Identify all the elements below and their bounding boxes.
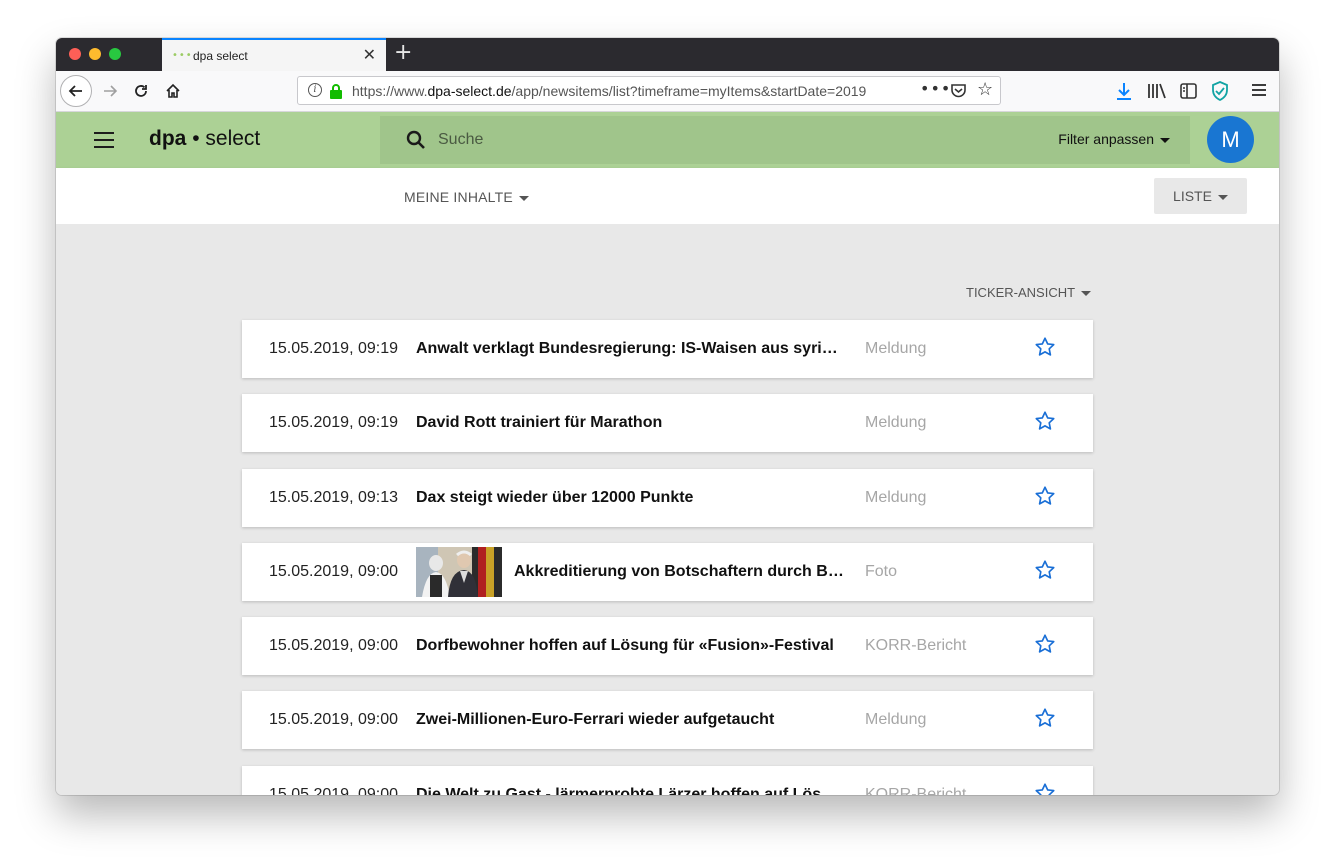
library-icon[interactable] bbox=[1147, 83, 1167, 99]
bookmark-star-icon[interactable]: ☆ bbox=[977, 79, 993, 100]
page-actions-icon[interactable]: ••• bbox=[920, 79, 951, 98]
item-type: Meldung bbox=[865, 340, 927, 357]
favorite-star-icon[interactable] bbox=[1034, 633, 1056, 655]
chevron-down-icon bbox=[1081, 291, 1092, 297]
pocket-icon[interactable] bbox=[950, 82, 967, 99]
chevron-down-icon bbox=[518, 195, 529, 201]
new-tab-button[interactable]: + bbox=[394, 40, 412, 65]
item-date: 15.05.2019, 09:00 bbox=[269, 637, 399, 655]
item-title[interactable]: Anwalt verklagt Bundesregierung: IS-Wais… bbox=[416, 340, 844, 358]
content-area: TICKER-ANSICHT 15.05.2019, 09:19 Anwalt … bbox=[56, 224, 1279, 795]
item-date: 15.05.2019, 09:00 bbox=[269, 562, 399, 580]
favorite-star-icon[interactable] bbox=[1034, 336, 1056, 358]
item-date: 15.05.2019, 09:13 bbox=[269, 488, 399, 506]
item-date: 15.05.2019, 09:00 bbox=[269, 785, 399, 795]
filter-button[interactable]: Filter anpassen bbox=[1058, 131, 1170, 147]
close-tab-icon[interactable]: ✕ bbox=[363, 45, 376, 64]
reload-button[interactable] bbox=[129, 79, 153, 103]
shield-icon[interactable] bbox=[1211, 81, 1229, 101]
news-item[interactable]: 15.05.2019, 09:19 David Rott trainiert f… bbox=[242, 394, 1093, 453]
dpa-select-logo[interactable]: dpa • select bbox=[149, 127, 260, 151]
news-item[interactable]: 15.05.2019, 09:00 Die Welt zu Gast - lär… bbox=[242, 765, 1093, 795]
news-list: 15.05.2019, 09:19 Anwalt verklagt Bundes… bbox=[242, 320, 1093, 795]
maximize-window-button[interactable] bbox=[109, 48, 121, 60]
favorite-star-icon[interactable] bbox=[1034, 782, 1056, 795]
ticker-view-dropdown[interactable]: TICKER-ANSICHT bbox=[966, 285, 1092, 300]
info-icon[interactable]: i bbox=[308, 83, 322, 97]
item-thumbnail[interactable] bbox=[416, 546, 502, 597]
browser-tab[interactable]: ••• dpa select ✕ bbox=[162, 38, 386, 71]
sub-header: MEINE INHALTE LISTE bbox=[56, 168, 1279, 224]
item-type: Meldung bbox=[865, 488, 927, 506]
item-date: 15.05.2019, 09:00 bbox=[269, 711, 399, 729]
favorite-star-icon[interactable] bbox=[1034, 707, 1056, 729]
address-bar[interactable]: i https://www.dpa-select.de/app/newsitem… bbox=[297, 76, 1001, 105]
item-type: Foto bbox=[865, 562, 898, 580]
search-box[interactable]: Filter anpassen bbox=[380, 116, 1190, 164]
arrow-right-icon bbox=[104, 85, 118, 97]
news-item[interactable]: 15.05.2019, 09:00 Dorfbewohner hoffen au… bbox=[242, 617, 1093, 676]
back-button[interactable] bbox=[60, 75, 92, 107]
chevron-down-icon bbox=[1217, 194, 1228, 200]
search-input[interactable] bbox=[438, 116, 998, 164]
reload-icon bbox=[135, 85, 147, 97]
favorite-star-icon[interactable] bbox=[1034, 559, 1056, 581]
view-mode-dropdown[interactable]: LISTE bbox=[1154, 178, 1247, 214]
item-type: Meldung bbox=[865, 711, 927, 729]
filter-label: Filter anpassen bbox=[1058, 131, 1154, 147]
ticker-view-label: TICKER-ANSICHT bbox=[966, 285, 1076, 300]
download-icon[interactable] bbox=[1116, 82, 1132, 100]
menu-icon[interactable] bbox=[1252, 83, 1266, 97]
my-content-label: MEINE INHALTE bbox=[404, 189, 513, 205]
news-item[interactable]: 15.05.2019, 09:00 Akkreditierung von Bot… bbox=[242, 542, 1093, 601]
item-title[interactable]: Akkreditierung von Botschaftern durch Bu… bbox=[514, 563, 844, 581]
forward-button[interactable] bbox=[98, 79, 122, 103]
search-icon bbox=[406, 130, 425, 149]
chevron-down-icon bbox=[1160, 137, 1170, 143]
url-text[interactable]: https://www.dpa-select.de/app/newsitems/… bbox=[352, 83, 892, 99]
sidebar-icon[interactable] bbox=[1180, 83, 1197, 99]
home-icon bbox=[166, 83, 180, 98]
item-date: 15.05.2019, 09:19 bbox=[269, 340, 399, 357]
item-title[interactable]: Dax steigt wieder über 12000 Punkte bbox=[416, 489, 844, 507]
item-type: KORR-Bericht bbox=[865, 785, 967, 795]
news-item[interactable]: 15.05.2019, 09:00 Zwei-Millionen-Euro-Fe… bbox=[242, 691, 1093, 750]
close-window-button[interactable] bbox=[69, 48, 81, 60]
item-title[interactable]: Dorfbewohner hoffen auf Lösung für «Fusi… bbox=[416, 637, 844, 655]
hamburger-menu-icon[interactable] bbox=[94, 132, 114, 148]
item-title[interactable]: David Rott trainiert für Marathon bbox=[416, 414, 844, 432]
tab-title: dpa select bbox=[193, 49, 248, 63]
item-date: 15.05.2019, 09:19 bbox=[269, 414, 399, 432]
minimize-window-button[interactable] bbox=[89, 48, 101, 60]
navigation-bar: i https://www.dpa-select.de/app/newsitem… bbox=[56, 71, 1279, 112]
view-mode-label: LISTE bbox=[1173, 188, 1212, 204]
item-type: Meldung bbox=[865, 414, 927, 432]
news-item[interactable]: 15.05.2019, 09:19 Anwalt verklagt Bundes… bbox=[242, 320, 1093, 378]
favorite-star-icon[interactable] bbox=[1034, 485, 1056, 507]
app-header: dpa • select Filter anpassen M bbox=[56, 112, 1279, 168]
item-title[interactable]: Die Welt zu Gast - lärmerprobte Lärzer h… bbox=[416, 786, 844, 795]
loading-icon: ••• bbox=[172, 50, 193, 61]
item-type: KORR-Bericht bbox=[865, 637, 967, 655]
browser-window: ••• dpa select ✕ + i https://www.dpa-sel… bbox=[56, 38, 1279, 795]
photo-thumbnail-image bbox=[416, 546, 502, 597]
favorite-star-icon[interactable] bbox=[1034, 410, 1056, 432]
news-item[interactable]: 15.05.2019, 09:13 Dax steigt wieder über… bbox=[242, 468, 1093, 527]
my-content-dropdown[interactable]: MEINE INHALTE bbox=[404, 189, 529, 205]
tab-bar: ••• dpa select ✕ + bbox=[56, 38, 1279, 71]
item-title[interactable]: Zwei-Millionen-Euro-Ferrari wieder aufge… bbox=[416, 711, 844, 729]
home-button[interactable] bbox=[161, 79, 185, 103]
lock-icon bbox=[330, 84, 342, 99]
user-avatar[interactable]: M bbox=[1207, 116, 1254, 163]
arrow-left-icon bbox=[68, 85, 82, 97]
